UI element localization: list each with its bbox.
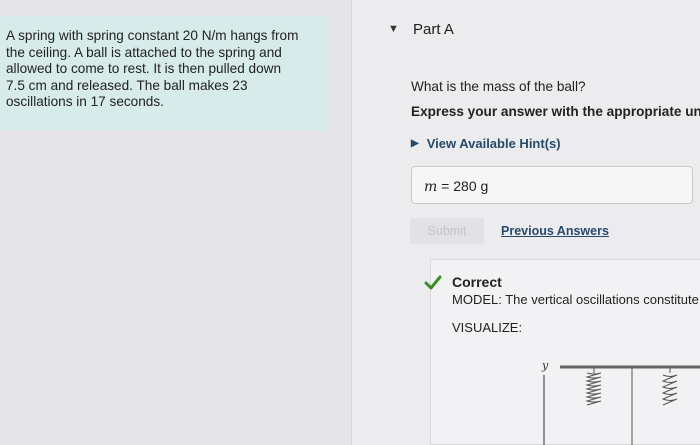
answer-value: 280 g: [453, 178, 489, 194]
checkmark-icon: [424, 275, 442, 290]
previous-answers-link[interactable]: Previous Answers: [501, 224, 609, 238]
problem-line: the ceiling. A ball is attached to the s…: [6, 44, 282, 60]
spring-right-coil: [661, 374, 678, 406]
model-text: MODEL: The vertical oscillations constit…: [452, 292, 699, 307]
problem-line: oscillations in 17 seconds.: [6, 94, 164, 110]
part-title[interactable]: Part A: [413, 21, 454, 38]
problem-statement: A spring with spring constant 20 N/m han…: [6, 28, 324, 111]
answer-variable: m: [424, 179, 438, 195]
instruction-text: Express your answer with the appropriate…: [411, 104, 700, 119]
problem-pane: A spring with spring constant 20 N/m han…: [0, 0, 352, 445]
answer-equals: =: [441, 178, 450, 194]
feedback-status: Correct: [452, 274, 502, 290]
problem-line: allowed to come to rest. It is then pull…: [6, 61, 282, 77]
axis-y-label: y: [541, 359, 549, 372]
spring-left-coil: [585, 372, 602, 406]
view-hints-toggle[interactable]: ▶ View Available Hint(s): [411, 136, 561, 151]
visualize-text: VISUALIZE:: [452, 320, 523, 335]
spring-diagram: y: [541, 359, 700, 445]
submit-button[interactable]: Submit: [410, 218, 484, 244]
caret-right-icon: ▶: [411, 138, 419, 149]
problem-line: A spring with spring constant 20 N/m han…: [6, 28, 299, 43]
answer-field[interactable]: m = 280 g: [411, 166, 693, 204]
answer-content: m = 280 g: [424, 178, 488, 195]
problem-line: 7.5 cm and released. The ball makes 23: [6, 77, 248, 93]
collapse-caret-icon[interactable]: ▼: [388, 24, 400, 35]
question-text: What is the mass of the ball?: [411, 79, 586, 94]
hints-label: View Available Hint(s): [426, 136, 561, 151]
